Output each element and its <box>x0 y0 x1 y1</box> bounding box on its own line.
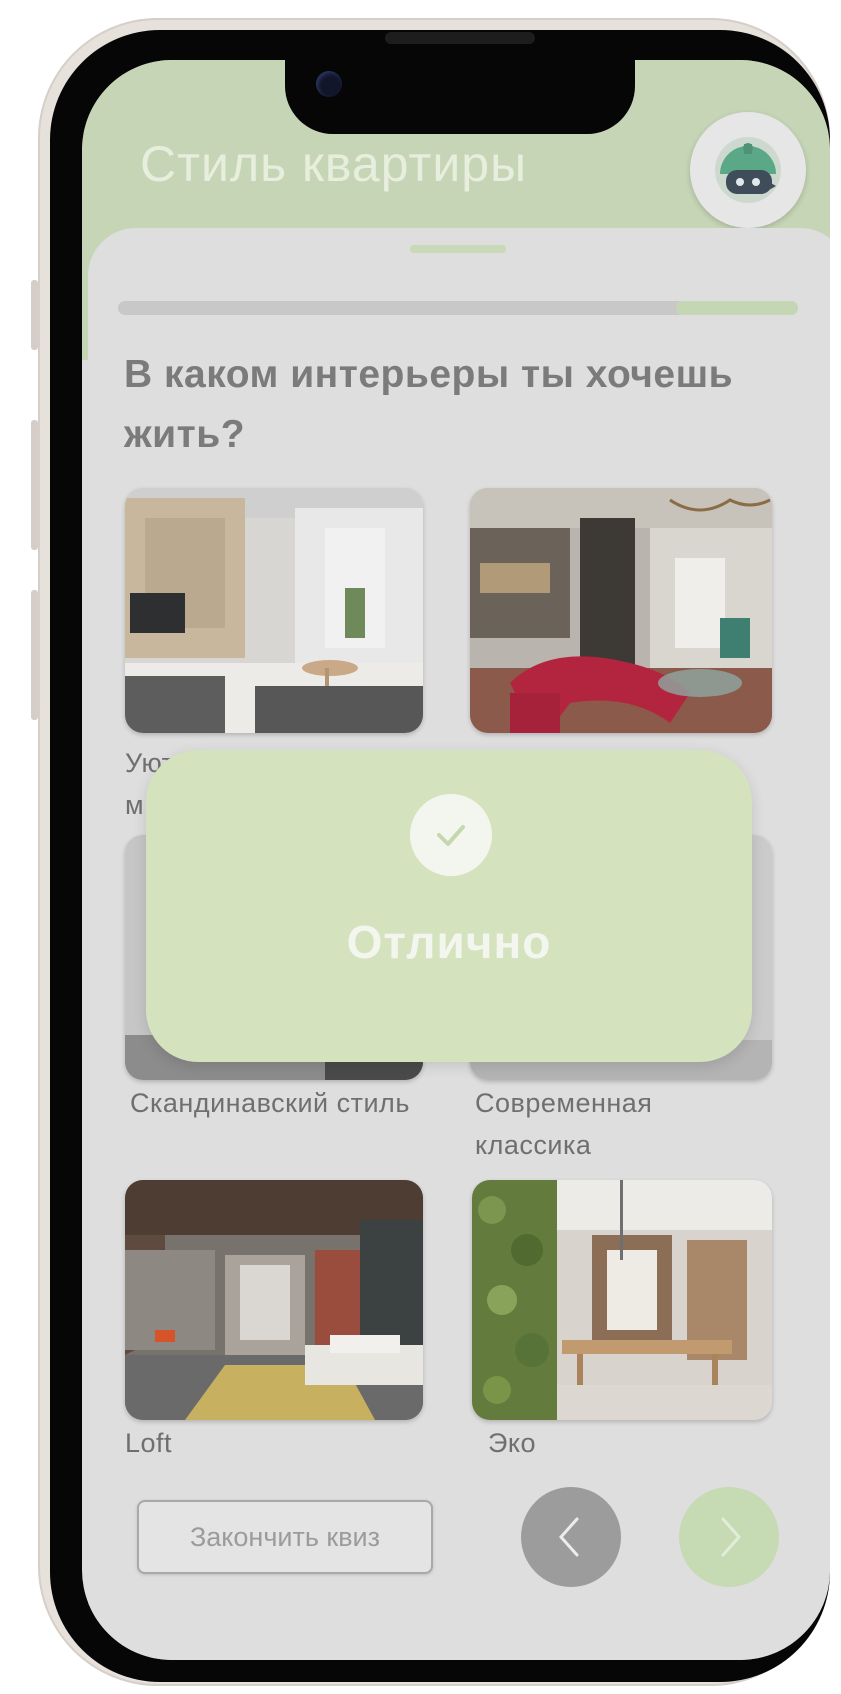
option-card-eco[interactable] <box>472 1180 772 1420</box>
quiz-question: В каком интерьеры ты хочешь жить? <box>124 353 734 456</box>
success-toast: Отлично <box>146 750 752 1062</box>
assistant-avatar[interactable] <box>690 112 806 228</box>
front-camera-icon <box>316 71 342 97</box>
option-card-cozy-minimalism[interactable] <box>125 488 423 733</box>
option-card-loft[interactable] <box>125 1180 423 1420</box>
sheet-drag-handle[interactable] <box>410 245 506 253</box>
option-label-scandinavian: Скандинавский стиль <box>130 1088 410 1118</box>
quiz-progress-bar <box>118 301 798 315</box>
interior-photo-image <box>125 488 423 733</box>
prev-question-button[interactable] <box>521 1487 621 1587</box>
interior-photo-image <box>472 1180 772 1420</box>
interior-photo-image <box>125 1180 423 1420</box>
option-label-eco: Эко <box>488 1428 537 1458</box>
quiz-progress-fill <box>675 301 798 315</box>
page-title: Стиль квартиры <box>140 136 528 192</box>
option-card-eclectic[interactable] <box>470 488 772 733</box>
phone-volume-up-button <box>31 420 38 550</box>
phone-volume-down-button <box>31 590 38 720</box>
success-toast-text: Отлично <box>346 916 552 968</box>
finish-quiz-button[interactable]: Закончить квиз <box>137 1500 433 1574</box>
option-label-loft: Loft <box>125 1428 173 1458</box>
next-question-button[interactable] <box>679 1487 779 1587</box>
chevron-left-icon <box>558 1517 579 1557</box>
chevron-right-icon <box>721 1517 742 1557</box>
robot-icon <box>715 137 781 203</box>
phone-side-button <box>31 280 38 350</box>
phone-speaker <box>385 32 535 44</box>
interior-photo-image <box>470 488 772 733</box>
check-icon <box>410 794 492 876</box>
option-label-modern-classic: Современная классика <box>475 1088 653 1160</box>
